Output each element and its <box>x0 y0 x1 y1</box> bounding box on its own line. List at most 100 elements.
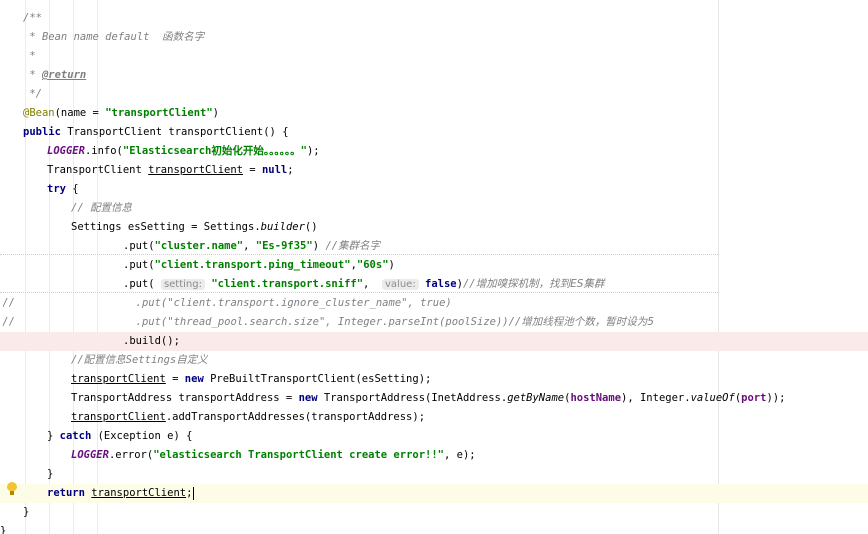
code-token: null <box>261 164 288 176</box>
code-token: ) <box>212 107 219 119</box>
code-token: () <box>304 221 318 233</box>
code-token: // <box>462 278 476 290</box>
code-text: * Bean name default 函数名字 <box>23 28 204 47</box>
code-text: .put("cluster.name", "Es-9f35") //集群名字 <box>123 237 380 256</box>
code-token: transportClient <box>71 373 166 385</box>
code-token: false <box>425 278 457 290</box>
code-token: .info( <box>84 145 123 157</box>
code-token: , <box>363 278 382 290</box>
code-token: "Elasticsearch <box>122 145 212 157</box>
code-text: /** <box>23 9 42 28</box>
code-token: .put("client.transport.ignore_cluster_na… <box>123 297 452 309</box>
code-editor[interactable]: /** * Bean name default 函数名字 * * @return… <box>0 0 868 534</box>
code-token: TransportAddress transportAddress = <box>71 392 299 404</box>
code-token: public <box>23 126 68 138</box>
code-token: * Bean name default <box>23 31 163 43</box>
code-line[interactable]: } <box>0 522 868 534</box>
code-token: .put("thread_pool.search.size", Integer.… <box>123 316 522 328</box>
code-line[interactable]: LOGGER.info("Elasticsearch初始化开始。。。。。。"); <box>0 142 868 161</box>
code-token: , e); <box>444 449 476 461</box>
code-token: ), Integer. <box>621 392 691 404</box>
code-line[interactable]: //配置信息Settings自定义 <box>0 351 868 370</box>
code-line[interactable]: public TransportClient transportClient()… <box>0 123 868 142</box>
code-text: // 配置信息 <box>71 199 132 218</box>
code-line[interactable]: // .put("thread_pool.search.size", Integ… <box>0 313 868 332</box>
code-token: // <box>325 240 338 252</box>
code-line[interactable]: */ <box>0 85 868 104</box>
code-token: builder <box>260 221 305 233</box>
code-line[interactable]: return transportClient; <box>0 484 868 503</box>
text-caret <box>193 486 195 500</box>
code-token: valueOf <box>690 392 735 404</box>
code-token: 增加线程池个数，暂时设为5 <box>521 316 654 328</box>
parameter-hint: setting: <box>160 279 205 290</box>
lightbulb-icon[interactable] <box>7 482 17 496</box>
code-line[interactable]: Settings esSetting = Settings.builder() <box>0 218 868 237</box>
code-line[interactable]: // 配置信息 <box>0 199 868 218</box>
code-token: .build(); <box>123 335 180 347</box>
code-token: 集群名字 <box>338 240 380 252</box>
code-line[interactable]: .build(); <box>0 332 868 351</box>
code-token: catch <box>59 430 98 442</box>
code-token: try <box>47 183 73 195</box>
code-token: 函数名字 <box>162 31 205 43</box>
code-text: } catch (Exception e) { <box>47 427 192 446</box>
code-token: new <box>298 392 324 404</box>
code-token: TransportClient transportClient() { <box>67 126 289 138</box>
code-line[interactable]: /** <box>0 9 868 28</box>
code-token: .error( <box>108 449 154 461</box>
code-text: Settings esSetting = Settings.builder() <box>71 218 318 237</box>
code-text: TransportAddress transportAddress = new … <box>71 389 785 408</box>
code-text: //配置信息Settings自定义 <box>71 351 208 370</box>
code-token: } <box>47 468 54 480</box>
code-token: .addTransportAddresses(transportAddress)… <box>165 411 426 423</box>
parameter-hint: value: <box>382 279 419 290</box>
code-text: } <box>23 503 29 522</box>
code-line[interactable]: transportClient.addTransportAddresses(tr… <box>0 408 868 427</box>
editor-gutter <box>0 0 22 534</box>
code-token: return <box>47 487 92 499</box>
code-line[interactable]: } catch (Exception e) { <box>0 427 868 446</box>
code-line[interactable]: } <box>0 465 868 484</box>
code-token: LOGGER <box>47 145 85 157</box>
code-line[interactable]: .put( setting: "client.transport.sniff",… <box>0 275 868 294</box>
code-line[interactable]: .put("cluster.name", "Es-9f35") //集群名字 <box>0 237 868 256</box>
code-line[interactable]: TransportClient transportClient = null; <box>0 161 868 180</box>
code-text: .build(); <box>123 332 180 351</box>
code-token: LOGGER <box>71 449 109 461</box>
code-token: )); <box>766 392 786 404</box>
code-token: 配置信息 <box>89 202 132 214</box>
code-line[interactable]: LOGGER.error("elasticsearch TransportCli… <box>0 446 868 465</box>
code-line[interactable]: * <box>0 47 868 66</box>
code-line[interactable]: @Bean(name = "transportClient") <box>0 104 868 123</box>
code-line[interactable]: } <box>0 503 868 522</box>
code-token: * <box>23 50 36 62</box>
code-text: } <box>47 465 53 484</box>
code-token: @Bean <box>23 107 55 119</box>
code-token: transportClient <box>148 164 243 176</box>
code-token: TransportAddress(InetAddress. <box>323 392 508 404</box>
code-token: "cluster.name" <box>154 240 244 252</box>
code-token: // <box>71 202 90 214</box>
code-token: Settings esSetting = Settings. <box>71 221 261 233</box>
code-token: 初始化开始。。。。。。 <box>211 145 301 157</box>
code-token: /** <box>23 12 42 24</box>
code-text: .put("client.transport.ignore_cluster_na… <box>123 294 452 313</box>
code-token: 配置信息 <box>83 354 126 366</box>
code-token: = <box>165 373 185 385</box>
code-text: transportClient.addTransportAddresses(tr… <box>71 408 425 427</box>
code-line[interactable]: * Bean name default 函数名字 <box>0 28 868 47</box>
code-text: * @return <box>23 66 86 85</box>
code-line[interactable]: * @return <box>0 66 868 85</box>
code-line[interactable]: .put("client.transport.ping_timeout","60… <box>0 256 868 275</box>
code-text: * <box>23 47 36 66</box>
code-token: "elasticsearch TransportClient create er… <box>153 449 444 461</box>
code-text: */ <box>23 85 42 104</box>
code-token: (name = <box>54 107 106 119</box>
code-text: transportClient = new PreBuiltTransportC… <box>71 370 431 389</box>
code-line[interactable]: // .put("client.transport.ignore_cluster… <box>0 294 868 313</box>
code-line[interactable]: try { <box>0 180 868 199</box>
code-line[interactable]: TransportAddress transportAddress = new … <box>0 389 868 408</box>
code-token: = <box>242 164 262 176</box>
code-line[interactable]: transportClient = new PreBuiltTransportC… <box>0 370 868 389</box>
